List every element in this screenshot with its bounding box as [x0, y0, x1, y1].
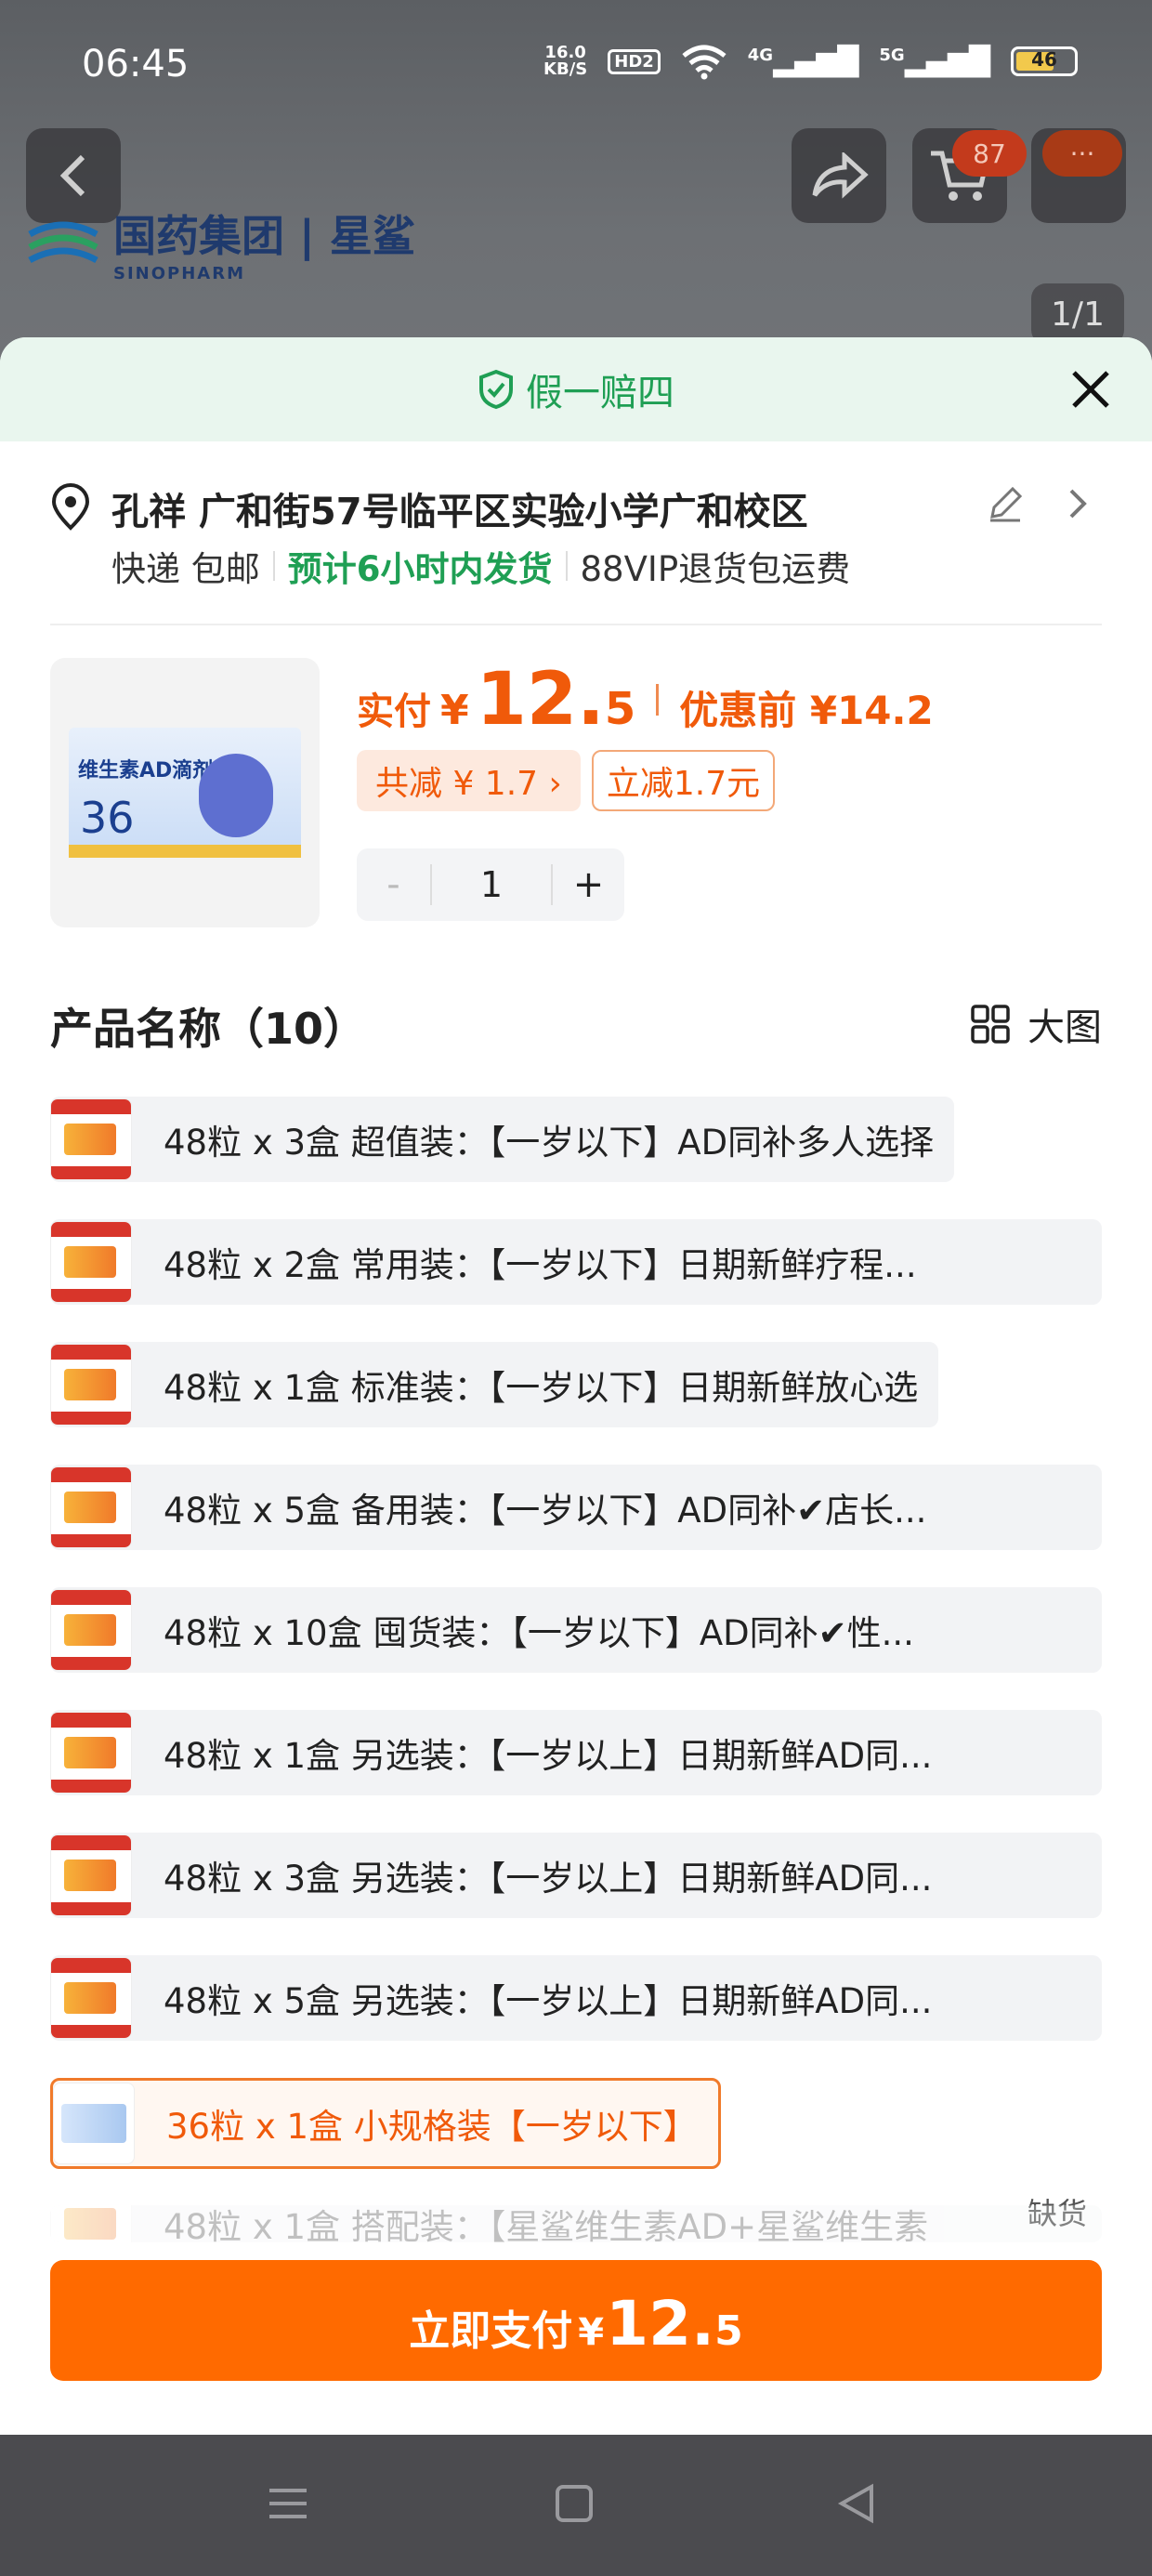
guarantee-banner: 假一赔四	[0, 337, 1152, 441]
signal-4g: 4G▂▄▆█	[747, 45, 859, 78]
shipping-method: 快递 包邮	[111, 549, 260, 589]
sku-thumbnail	[50, 2205, 132, 2242]
share-button[interactable]	[792, 128, 886, 223]
menu-icon[interactable]	[266, 2481, 310, 2526]
back-nav-icon[interactable]	[834, 2481, 879, 2526]
close-button[interactable]	[1065, 363, 1117, 415]
price-row: 实付 ¥ 12. 5 优惠前 ¥14.2	[357, 658, 934, 742]
total-discount-chip[interactable]: 共减 ¥ 1.7 ›	[357, 750, 581, 811]
brand-logo: 国药集团 | 星鲨 SINOPHARM	[26, 203, 415, 283]
grid-icon	[971, 1005, 1010, 1044]
image-pager: 1/1	[1031, 283, 1124, 345]
quantity-increase-button[interactable]: +	[553, 863, 624, 906]
battery-icon: 46	[1011, 46, 1078, 76]
sku-option-sold-out[interactable]: 48粒 x 1盒 搭配装：【星鲨维生素AD+星鲨维生素	[50, 2205, 1102, 2242]
sku-option[interactable]: 48粒 x 3盒 另选装：【一岁以上】日期新鲜AD同...	[50, 1833, 1102, 1918]
more-badge: ···	[1042, 130, 1122, 177]
sku-thumbnail	[50, 1957, 132, 2039]
sku-selection-sheet: 假一赔四 孔祥 广和街57号临平区实验小学广和校区 快递 包邮 预计6小时内发货…	[0, 337, 1152, 2435]
quantity-value[interactable]: 1	[429, 864, 554, 905]
sku-option-label: 48粒 x 10盒 囤货装：【一岁以下】AD同补✔性...	[164, 1613, 914, 1653]
location-pin-icon	[51, 483, 90, 531]
sku-option-label: 48粒 x 2盒 常用装：【一岁以下】日期新鲜疗程...	[164, 1245, 917, 1285]
sku-thumbnail	[50, 1712, 132, 1794]
share-icon	[812, 152, 869, 199]
quantity-stepper: - 1 +	[357, 848, 624, 921]
close-icon	[1072, 371, 1109, 408]
sku-option[interactable]: 48粒 x 5盒 另选装：【一岁以上】日期新鲜AD同...	[50, 1955, 1102, 2041]
sku-thumbnail	[53, 2083, 135, 2164]
instant-discount-chip: 立减1.7元	[591, 750, 776, 811]
sinopharm-logo-icon	[28, 221, 98, 263]
section-title: 产品名称（10）	[50, 1004, 367, 1054]
signal-5g: 5G▂▄▆█	[879, 45, 990, 78]
product-image[interactable]: 维生素AD滴剂 36	[50, 658, 320, 927]
pre-discount-price: 优惠前 ¥14.2	[679, 688, 934, 733]
sku-option[interactable]: 48粒 x 2盒 常用装：【一岁以下】日期新鲜疗程...	[50, 1219, 1102, 1305]
sku-option-label: 48粒 x 3盒 超值装：【一岁以下】AD同补多人选择	[164, 1123, 935, 1163]
edit-icon[interactable]	[985, 483, 1026, 524]
sku-option[interactable]: 48粒 x 1盒 另选装：【一岁以上】日期新鲜AD同...	[50, 1710, 1102, 1795]
sku-option-label: 48粒 x 1盒 标准装：【一岁以下】日期新鲜放心选	[164, 1368, 919, 1408]
sku-option-label: 48粒 x 5盒 另选装：【一岁以上】日期新鲜AD同...	[164, 1981, 933, 2021]
chevron-right-icon	[1069, 489, 1087, 519]
vip-return-info: 88VIP退货包运费	[580, 549, 851, 589]
pay-now-button[interactable]: 立即支付 ¥ 12. 5	[50, 2260, 1102, 2381]
sku-option-label: 48粒 x 1盒 搭配装：【星鲨维生素AD+星鲨维生素	[164, 2207, 929, 2242]
delivery-eta: 预计6小时内发货	[287, 549, 553, 589]
sku-option-label: 48粒 x 5盒 备用装：【一岁以下】AD同补✔店长...	[164, 1491, 927, 1531]
sku-thumbnail	[50, 1589, 132, 1671]
address-row[interactable]: 孔祥 广和街57号临平区实验小学广和校区 快递 包邮 预计6小时内发货 88VI…	[0, 463, 1152, 602]
guarantee-text: 假一赔四	[526, 372, 674, 414]
cart-count-badge: 87	[952, 130, 1027, 177]
sku-thumbnail	[50, 1221, 132, 1303]
quantity-decrease-button[interactable]: -	[357, 863, 430, 906]
home-icon[interactable]	[554, 2481, 595, 2526]
sku-thumbnail	[50, 1834, 132, 1916]
sku-thumbnail	[50, 1344, 132, 1426]
sku-option-label: 48粒 x 1盒 另选装：【一岁以上】日期新鲜AD同...	[164, 1736, 933, 1776]
price-integer: 12.	[476, 658, 605, 742]
price-decimal: 5	[604, 683, 636, 735]
sku-option[interactable]: 48粒 x 10盒 囤货装：【一岁以下】AD同补✔性...	[50, 1587, 1102, 1673]
sku-option[interactable]: 48粒 x 1盒 标准装：【一岁以下】日期新鲜放心选	[50, 1342, 939, 1427]
status-icons: 16.0 KB/S HD2 4G▂▄▆█ 5G▂▄▆█ 46	[543, 43, 1078, 80]
shipping-info: 快递 包邮 预计6小时内发货 88VIP退货包运费	[111, 541, 850, 591]
status-bar: 06:45 16.0 KB/S HD2 4G▂▄▆█ 5G▂▄▆█ 46	[0, 0, 1152, 139]
divider	[50, 624, 1102, 625]
sku-option-label: 48粒 x 3盒 另选装：【一岁以上】日期新鲜AD同...	[164, 1859, 933, 1899]
hd-badge: HD2	[608, 48, 661, 74]
sku-option[interactable]: 48粒 x 5盒 备用装：【一岁以下】AD同补✔店长...	[50, 1465, 1102, 1550]
back-arrow-icon	[59, 154, 85, 197]
sku-thumbnail	[50, 1098, 132, 1180]
big-view-toggle[interactable]: 大图	[970, 997, 1102, 1051]
system-nav-bar	[0, 2435, 1152, 2576]
discount-chips: 共减 ¥ 1.7 › 立减1.7元	[357, 750, 776, 811]
wifi-icon	[682, 45, 727, 80]
sku-option-label: 36粒 x 1盒 小规格装【一岁以下】	[166, 2107, 698, 2147]
sku-thumbnail	[50, 1466, 132, 1548]
battery-level: 46	[1031, 48, 1057, 71]
status-time: 06:45	[82, 43, 190, 85]
address-name-line: 孔祥 广和街57号临平区实验小学广和校区	[111, 491, 808, 533]
sku-option-selected[interactable]: 36粒 x 1盒 小规格装【一岁以下】	[50, 2078, 721, 2169]
shield-check-icon	[479, 369, 513, 410]
net-speed: 16.0 KB/S	[543, 43, 588, 79]
price-label: 实付	[357, 690, 431, 733]
sku-option[interactable]: 48粒 x 3盒 超值装：【一岁以下】AD同补多人选择	[50, 1097, 955, 1182]
